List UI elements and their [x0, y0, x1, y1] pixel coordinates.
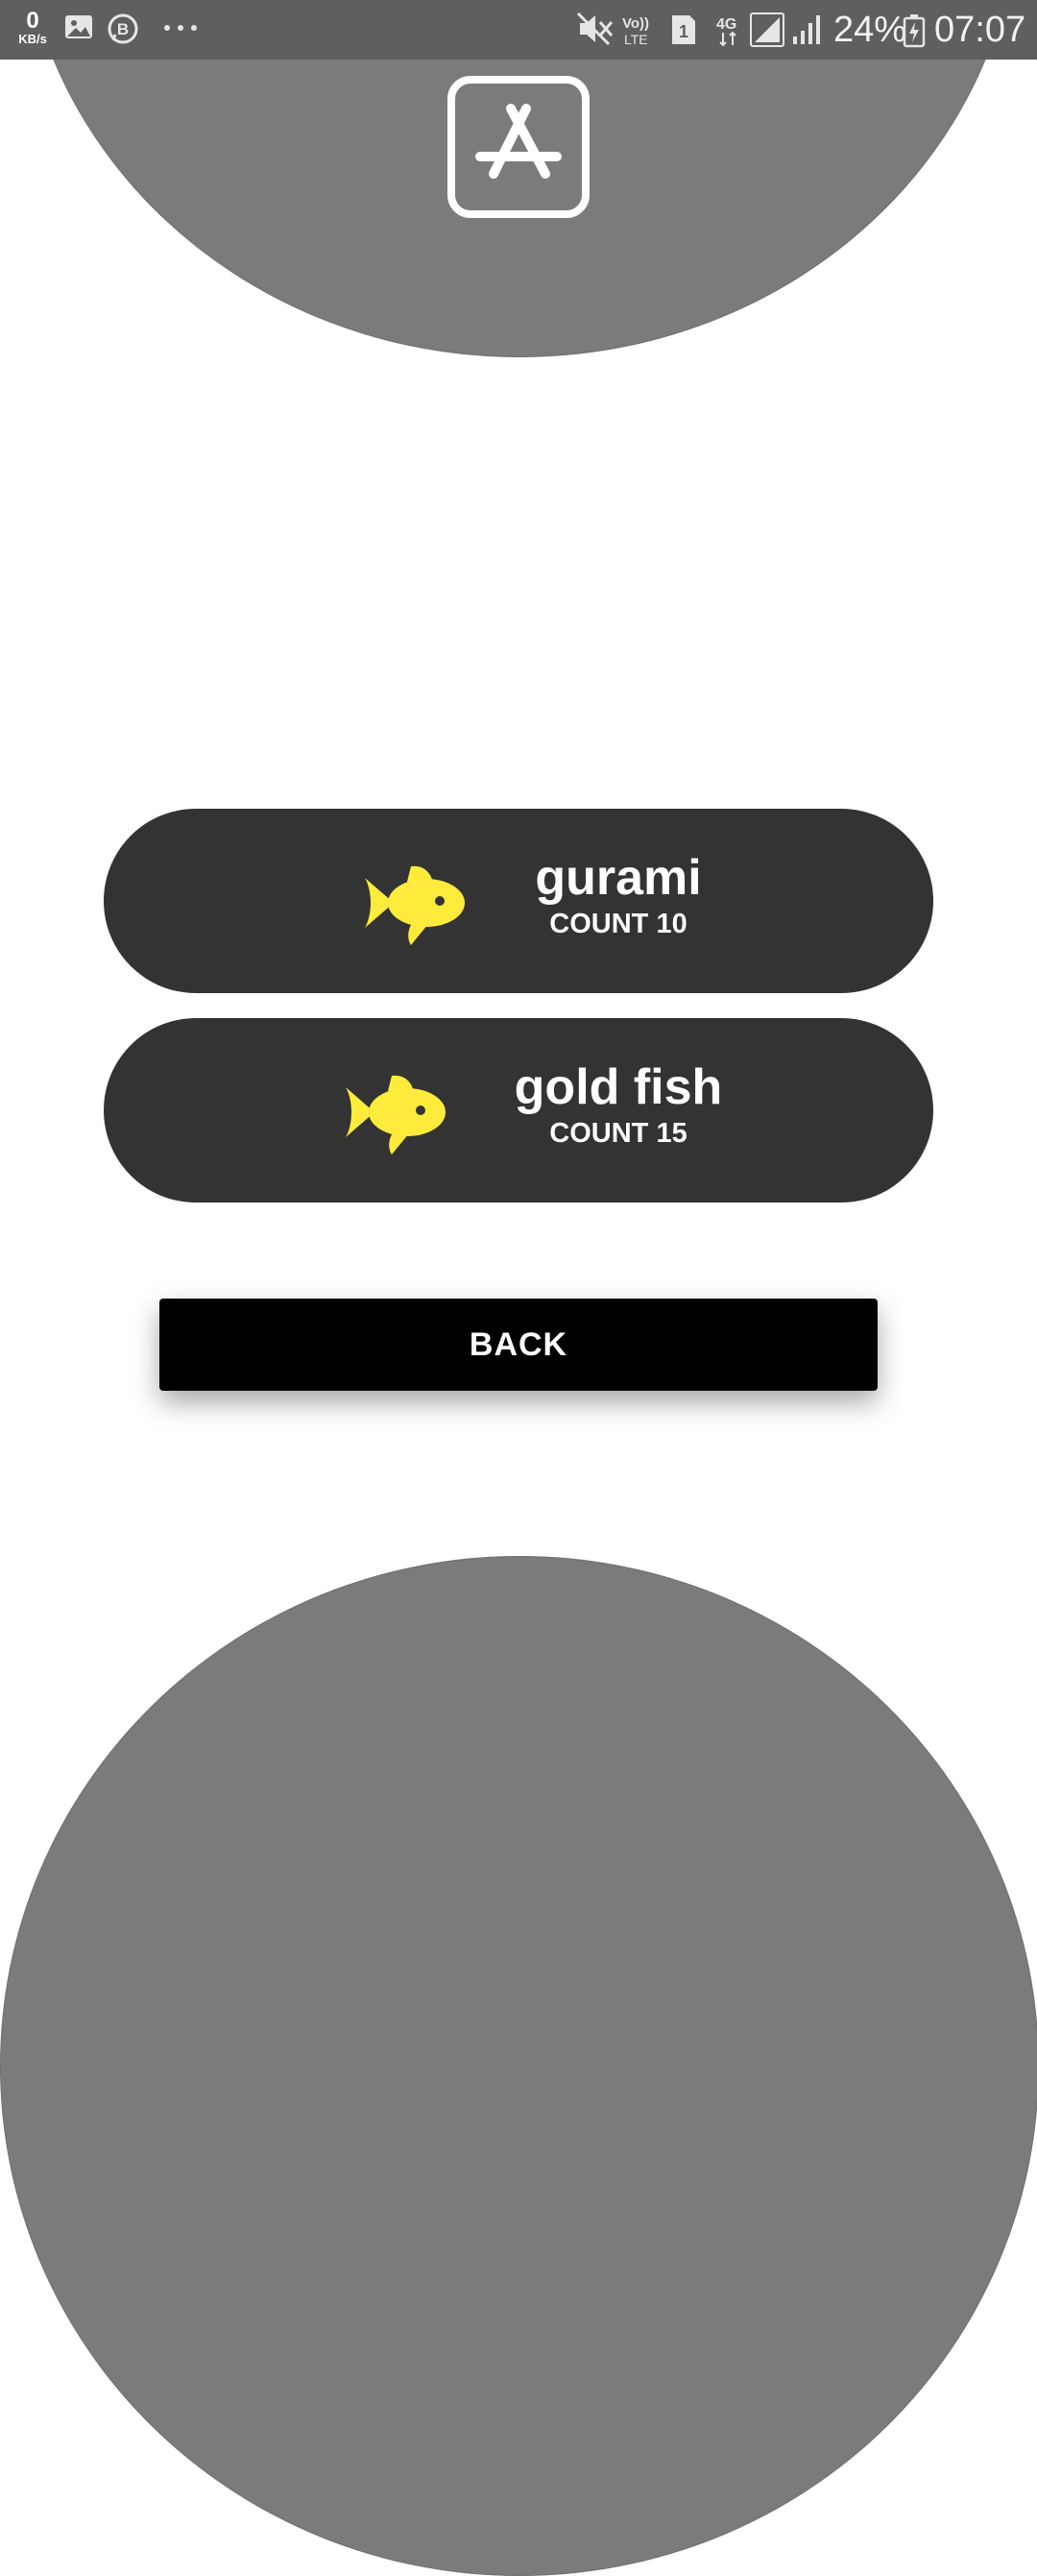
- fish-card-text: gurami COUNT 10: [511, 851, 914, 941]
- volte-icon: Vo)) LTE: [620, 13, 659, 53]
- network-speed-value: 0: [26, 8, 39, 34]
- signal-icon: [749, 12, 785, 53]
- signal-icon-2: [791, 13, 824, 51]
- back-button[interactable]: BACK: [159, 1299, 878, 1391]
- data-4g-icon: 4G: [714, 13, 743, 53]
- fish-count: COUNT 15: [549, 1118, 687, 1149]
- fish-card-gold-fish[interactable]: gold fish COUNT 15: [104, 1018, 933, 1203]
- battery-icon: [903, 13, 926, 53]
- fish-icon: [342, 1072, 449, 1161]
- fish-name: gurami: [535, 850, 702, 906]
- fish-card-text: gold fish COUNT 15: [511, 1060, 914, 1151]
- svg-text:1: 1: [679, 22, 688, 41]
- fish-name: gold fish: [514, 1059, 723, 1115]
- svg-text:LTE: LTE: [624, 32, 648, 47]
- fish-card-gurami[interactable]: gurami COUNT 10: [104, 809, 933, 993]
- sim-icon: 1: [670, 13, 697, 51]
- app-store-icon: [447, 76, 590, 218]
- image-icon: [63, 12, 94, 47]
- network-speed-unit: KB/s: [18, 32, 47, 46]
- more-dots-icon: [161, 21, 200, 38]
- fish-icon: [361, 863, 469, 952]
- b-chat-icon: B: [106, 12, 140, 51]
- network-speed: 0 KB/s: [13, 8, 52, 46]
- fish-count: COUNT 10: [549, 909, 687, 939]
- battery-percent: 24%: [833, 10, 907, 50]
- svg-text:Vo)): Vo)): [622, 15, 649, 32]
- status-bar: 0 KB/s B Vo)) LTE 1 4G 24% 07:07: [0, 0, 1037, 60]
- clock: 07:07: [934, 10, 1026, 50]
- svg-text:4G: 4G: [716, 16, 736, 33]
- svg-text:B: B: [117, 20, 129, 38]
- mute-icon: [576, 12, 615, 51]
- bottom-decorative-circle: [0, 1556, 1037, 2576]
